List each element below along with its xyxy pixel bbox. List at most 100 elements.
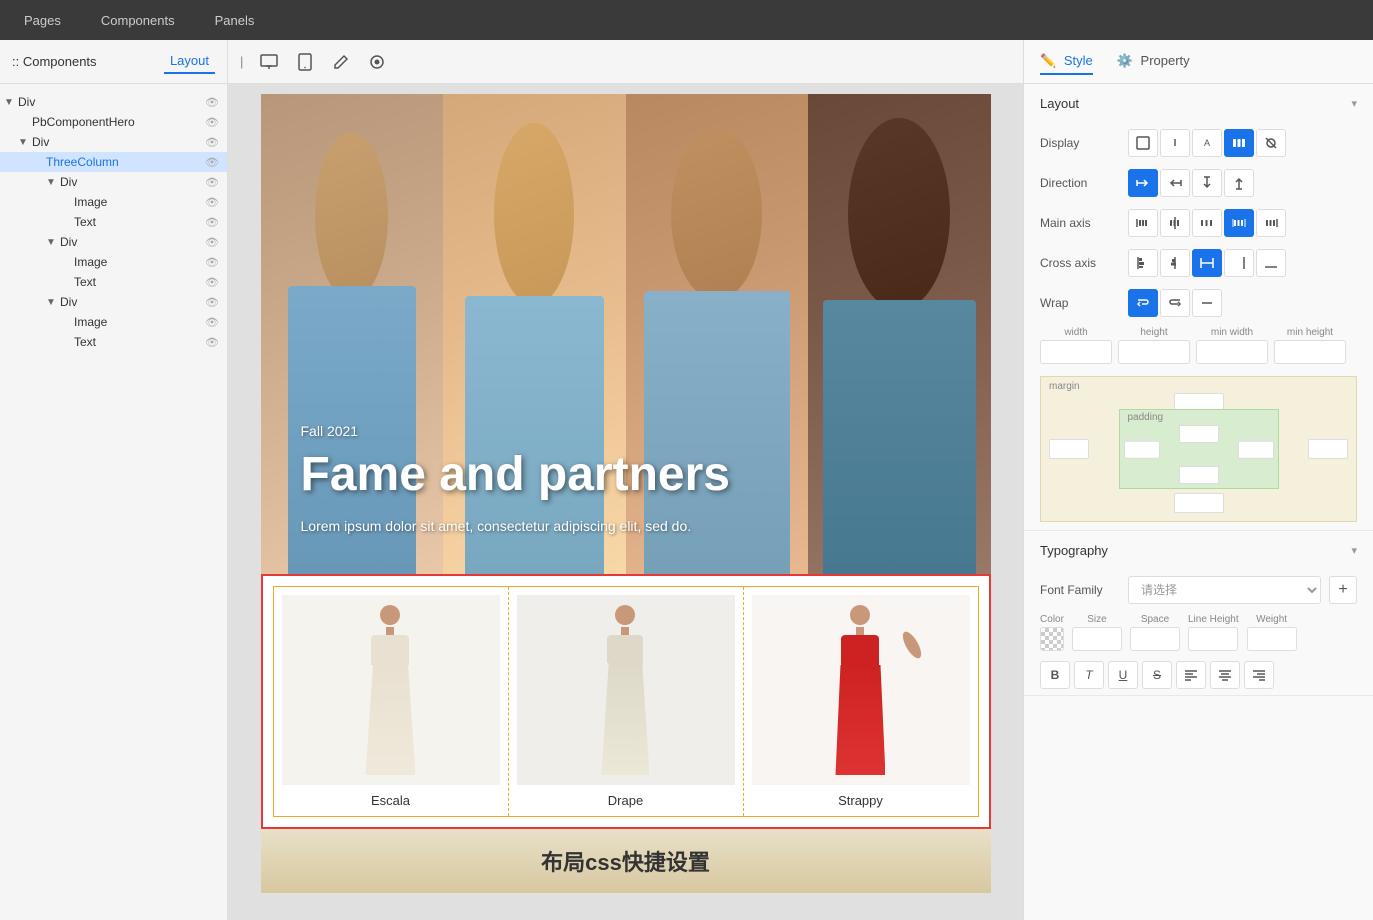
display-inline-btn[interactable]: I xyxy=(1160,129,1190,157)
layout-chevron-icon: ▾ xyxy=(1351,97,1357,110)
width-input[interactable] xyxy=(1040,340,1112,364)
crossaxis-start-btn[interactable] xyxy=(1128,249,1158,277)
tree-item-image1[interactable]: Image 👁 xyxy=(0,192,227,212)
underline-button[interactable]: U xyxy=(1108,661,1138,689)
product-card-escala[interactable]: Escala xyxy=(274,587,509,816)
crossaxis-end-btn[interactable] xyxy=(1224,249,1254,277)
typography-section-header[interactable]: Typography ▾ xyxy=(1024,531,1373,570)
nav-panels[interactable]: Panels xyxy=(207,9,263,32)
tree-item-text3[interactable]: Text 👁 xyxy=(0,332,227,352)
font-family-row: Font Family 请选择 + xyxy=(1024,570,1373,610)
bottom-banner: 布局css快捷设置 xyxy=(261,829,991,893)
tree-item-div5[interactable]: ▼ Div 👁 xyxy=(0,292,227,312)
products-section[interactable]: Escala xyxy=(261,574,991,829)
tree-item-div3[interactable]: ▼ Div 👁 xyxy=(0,172,227,192)
align-center-button[interactable] xyxy=(1210,661,1240,689)
eye-icon[interactable]: 👁 xyxy=(205,336,219,349)
padding-bottom-input[interactable] xyxy=(1179,466,1219,484)
mainaxis-between-btn[interactable] xyxy=(1192,209,1222,237)
tab-property[interactable]: ⚙️ Property xyxy=(1117,49,1190,75)
tree-item-image3[interactable]: Image 👁 xyxy=(0,312,227,332)
direction-col-btn[interactable] xyxy=(1192,169,1222,197)
layout-section-header[interactable]: Layout ▾ xyxy=(1024,84,1373,123)
sidebar-tab-layout[interactable]: Layout xyxy=(164,49,215,74)
crossaxis-center-btn[interactable] xyxy=(1160,249,1190,277)
padding-top-input[interactable] xyxy=(1179,425,1219,443)
color-swatch[interactable] xyxy=(1040,627,1064,651)
padding-left-input[interactable] xyxy=(1124,440,1160,458)
product-card-strappy[interactable]: Strappy xyxy=(744,587,978,816)
eye-icon[interactable]: 👁 xyxy=(205,116,219,129)
mainaxis-start-btn[interactable] xyxy=(1128,209,1158,237)
direction-col-reverse-btn[interactable] xyxy=(1224,169,1254,197)
tree-item-threecolumn[interactable]: ThreeColumn 👁 xyxy=(0,152,227,172)
font-add-button[interactable]: + xyxy=(1329,576,1357,604)
tablet-view-button[interactable] xyxy=(291,48,319,76)
eye-icon[interactable]: 👁 xyxy=(205,276,219,289)
align-right-button[interactable] xyxy=(1244,661,1274,689)
tree-item-image2[interactable]: Image 👁 xyxy=(0,252,227,272)
margin-right-input[interactable] xyxy=(1308,439,1348,459)
display-hidden-btn[interactable] xyxy=(1256,129,1286,157)
padding-right-input[interactable] xyxy=(1238,440,1274,458)
eye-icon[interactable]: 👁 xyxy=(205,256,219,269)
wrap-wrap-btn[interactable] xyxy=(1128,289,1158,317)
crossaxis-baseline-btn[interactable] xyxy=(1256,249,1286,277)
display-flex-btn[interactable] xyxy=(1224,129,1254,157)
align-left-button[interactable] xyxy=(1176,661,1206,689)
weight-input[interactable] xyxy=(1247,627,1297,651)
tree-item-div2[interactable]: ▼ Div 👁 xyxy=(0,132,227,152)
tree-label: PbComponentHero xyxy=(32,115,205,129)
eye-icon[interactable]: 👁 xyxy=(205,196,219,209)
eye-icon[interactable]: 👁 xyxy=(205,236,219,249)
margin-left-input[interactable] xyxy=(1049,439,1089,459)
nav-pages[interactable]: Pages xyxy=(16,9,69,32)
wrap-nowrap-btn[interactable] xyxy=(1192,289,1222,317)
display-block-btn[interactable] xyxy=(1128,129,1158,157)
preview-button[interactable] xyxy=(363,48,391,76)
tree-item-pbhero[interactable]: PbComponentHero 👁 xyxy=(0,112,227,132)
tab-style[interactable]: ✏️ Style xyxy=(1040,49,1093,75)
crossaxis-stretch-btn[interactable] xyxy=(1192,249,1222,277)
mainaxis-around-btn[interactable] xyxy=(1224,209,1254,237)
lineheight-label: Line Height xyxy=(1188,614,1239,625)
strikethrough-button[interactable]: S xyxy=(1142,661,1172,689)
font-family-select[interactable]: 请选择 xyxy=(1128,576,1321,604)
eye-icon[interactable]: 👁 xyxy=(205,316,219,329)
size-input[interactable] xyxy=(1072,627,1122,651)
mainaxis-end-btn[interactable] xyxy=(1256,209,1286,237)
lineheight-input[interactable] xyxy=(1188,627,1238,651)
eye-icon[interactable]: 👁 xyxy=(205,296,219,309)
product-card-drape[interactable]: Drape xyxy=(509,587,744,816)
height-input[interactable] xyxy=(1118,340,1190,364)
min-height-input[interactable] xyxy=(1274,340,1346,364)
edit-button[interactable] xyxy=(327,48,355,76)
margin-bottom-input[interactable] xyxy=(1174,493,1224,513)
eye-icon[interactable]: 👁 xyxy=(205,156,219,169)
wrap-label: Wrap xyxy=(1040,296,1120,310)
tree-item-div4[interactable]: ▼ Div 👁 xyxy=(0,232,227,252)
tree-item-text2[interactable]: Text 👁 xyxy=(0,272,227,292)
eye-icon[interactable]: 👁 xyxy=(205,216,219,229)
canvas-inner: Fall 2021 Fame and partners Lorem ipsum … xyxy=(261,94,991,910)
eye-icon[interactable]: 👁 xyxy=(205,176,219,189)
direction-row-reverse-btn[interactable] xyxy=(1160,169,1190,197)
hero-section[interactable]: Fall 2021 Fame and partners Lorem ipsum … xyxy=(261,94,991,574)
min-width-input[interactable] xyxy=(1196,340,1268,364)
wrap-controls xyxy=(1128,289,1222,317)
eye-icon[interactable]: 👁 xyxy=(205,136,219,149)
tree-item-div1[interactable]: ▼ Div 👁 xyxy=(0,92,227,112)
italic-button[interactable]: T xyxy=(1074,661,1104,689)
space-input[interactable] xyxy=(1130,627,1180,651)
tree-arrow: ▼ xyxy=(46,177,60,188)
bold-button[interactable]: B xyxy=(1040,661,1070,689)
hero-text-overlay: Fall 2021 Fame and partners Lorem ipsum … xyxy=(261,94,991,574)
desktop-view-button[interactable] xyxy=(255,48,283,76)
display-inlineblock-btn[interactable]: A xyxy=(1192,129,1222,157)
mainaxis-center-btn[interactable] xyxy=(1160,209,1190,237)
wrap-wrap-reverse-btn[interactable] xyxy=(1160,289,1190,317)
direction-row-btn[interactable] xyxy=(1128,169,1158,197)
eye-icon[interactable]: 👁 xyxy=(205,96,219,109)
nav-components[interactable]: Components xyxy=(93,9,183,32)
tree-item-text1[interactable]: Text 👁 xyxy=(0,212,227,232)
